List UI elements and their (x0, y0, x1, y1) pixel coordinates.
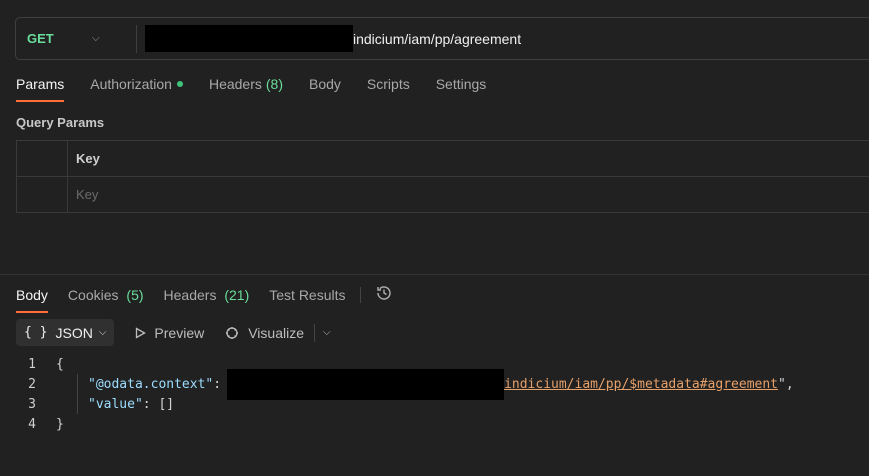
chevron-down-icon: ⌵ (98, 327, 107, 338)
chevron-down-icon[interactable]: ⌵ (323, 327, 331, 338)
tab-count: (5) (126, 286, 144, 303)
preview-button[interactable]: Preview (134, 325, 204, 341)
key-column-header: Key (76, 151, 100, 166)
query-params-title: Query Params (16, 115, 105, 130)
url-divider (136, 24, 137, 53)
tab-label: Test Results (269, 286, 346, 303)
chevron-down-icon: ⌵ (92, 33, 100, 44)
format-select[interactable]: { } JSON ⌵ (16, 319, 115, 346)
code-token: } (56, 416, 64, 432)
tab-label: Cookies (67, 286, 119, 303)
key-input[interactable]: Key (68, 177, 98, 212)
method-select[interactable]: GET ⌵ (16, 31, 136, 46)
checkbox-column (17, 141, 68, 176)
odata-context-link[interactable]: indicium/iam/pp/$metadata#agreement (504, 377, 778, 392)
tab-response-body[interactable]: Body (16, 287, 48, 313)
tab-settings[interactable]: Settings (436, 76, 487, 102)
response-code-viewer: 1 { 2 "@odata.context" : indicium/iam/pp… (0, 354, 794, 434)
option-separator (314, 323, 315, 342)
code-line: 3 "value" : [] (0, 394, 794, 414)
query-params-table: Key Key (16, 140, 869, 213)
url-input[interactable]: indicium/iam/pp/agreement (353, 31, 521, 47)
braces-icon: { } (24, 325, 48, 340)
url-bar: GET ⌵ indicium/iam/pp/agreement (15, 17, 869, 60)
tab-label: Params (16, 76, 65, 92)
json-key: "@odata.context" (88, 376, 214, 392)
tab-body[interactable]: Body (309, 76, 341, 102)
line-number: 2 (28, 376, 36, 392)
history-icon[interactable] (375, 284, 393, 305)
code-token: { (56, 356, 64, 372)
line-number: 3 (28, 396, 36, 412)
json-key: "value" (88, 396, 143, 412)
tab-label: Authorization (90, 76, 172, 92)
table-header-row: Key (17, 141, 869, 177)
request-tabs: Params Authorization Headers (8) Body Scr… (16, 76, 512, 102)
line-number: 1 (28, 356, 36, 372)
tab-label: Scripts (366, 76, 410, 92)
code-line: 2 "@odata.context" : indicium/iam/pp/$me… (0, 368, 794, 400)
tab-count: (21) (224, 286, 250, 303)
tab-separator (359, 286, 361, 303)
line-number: 4 (28, 416, 36, 432)
visualize-label: Visualize (248, 324, 304, 341)
tab-test-results[interactable]: Test Results (269, 287, 345, 313)
pane-divider[interactable] (0, 274, 869, 275)
code-token: : (213, 376, 222, 392)
preview-label: Preview (154, 324, 205, 341)
visualize-button[interactable]: Visualize (224, 325, 304, 341)
table-row: Key (17, 177, 869, 212)
tab-cookies[interactable]: Cookies (5) (68, 287, 144, 313)
visualize-icon (226, 326, 239, 339)
response-tabs: Body Cookies (5) Headers (21) Test Resul… (16, 284, 393, 315)
tab-scripts[interactable]: Scripts (367, 76, 410, 102)
format-selected: JSON (55, 324, 93, 341)
url-redacted-block (145, 25, 353, 52)
tab-response-headers[interactable]: Headers (21) (164, 287, 250, 313)
tab-label: Headers (208, 76, 262, 92)
response-format-bar: { } JSON ⌵ Preview Visualize ⌵ (16, 319, 331, 346)
tab-label: Body (309, 76, 341, 92)
method-label: GET (27, 31, 54, 46)
tab-authorization[interactable]: Authorization (90, 76, 183, 102)
tab-headers[interactable]: Headers (8) (209, 76, 283, 102)
tab-label: Body (16, 286, 48, 303)
code-line: 4 } (0, 414, 794, 434)
play-icon (136, 326, 147, 339)
tab-count: (8) (265, 76, 283, 92)
tab-label: Settings (435, 76, 487, 92)
tab-label: Headers (163, 286, 217, 303)
status-dot-icon (176, 81, 183, 87)
tab-params[interactable]: Params (16, 76, 65, 102)
row-checkbox-cell (17, 177, 68, 212)
code-token: ", (778, 376, 794, 392)
code-token: : [] (142, 396, 175, 412)
